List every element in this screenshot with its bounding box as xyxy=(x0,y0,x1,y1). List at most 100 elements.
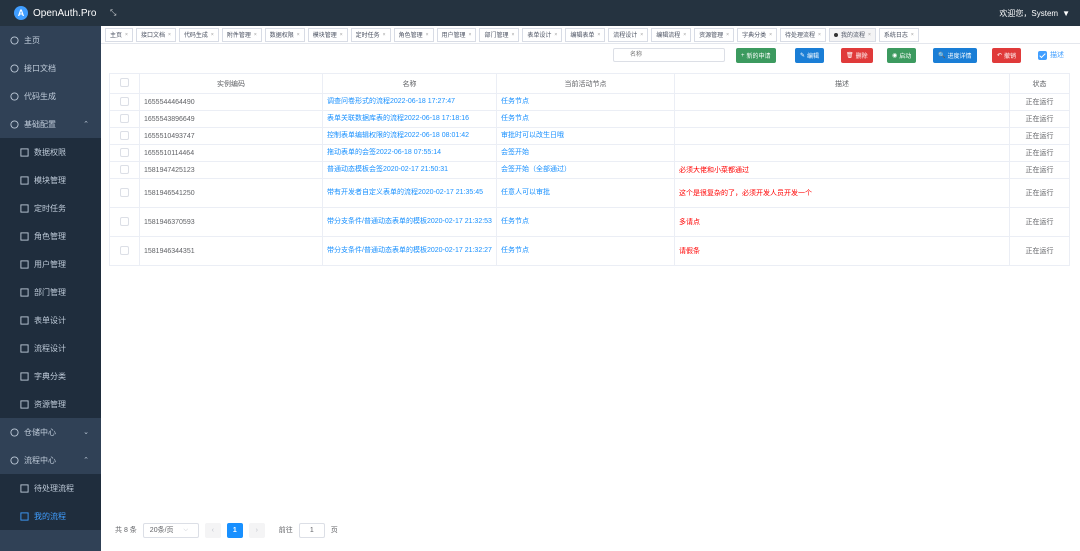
sidebar-item-10[interactable]: 表单设计 xyxy=(0,306,101,334)
sidebar-item-16[interactable]: 待处理流程 xyxy=(0,474,101,502)
sidebar-item-13[interactable]: 资源管理 xyxy=(0,390,101,418)
row-select-cell[interactable] xyxy=(109,236,140,266)
delete-button[interactable]: 🗑 删除 xyxy=(841,48,873,63)
table-row[interactable]: 1581947425123 普通动态模板会签2020-02-17 21:50:31… xyxy=(109,161,1070,179)
header-node[interactable]: 当前活动节点 xyxy=(496,73,675,94)
sidebar-item-9[interactable]: 部门管理 xyxy=(0,278,101,306)
close-icon[interactable]: × xyxy=(340,32,343,38)
progress-detail-button[interactable]: 🔍 进度详情 xyxy=(933,48,977,63)
row-select-cell[interactable] xyxy=(109,207,140,237)
tab-14[interactable]: 资源管理 × xyxy=(694,27,735,42)
row-select-cell[interactable] xyxy=(109,110,140,128)
tab-5[interactable]: 模块管理 × xyxy=(307,27,348,42)
row-select-cell[interactable] xyxy=(109,178,140,208)
edit-button[interactable]: ✎ 编辑 xyxy=(795,48,825,63)
table-row[interactable]: 1655510114464 拖动表单的会签2022-06-18 07:55:14 会… xyxy=(109,144,1070,162)
sidebar-item-0[interactable]: 主页 xyxy=(0,26,101,54)
user-menu[interactable]: 欢迎您，System ▼ xyxy=(999,8,1080,19)
table-row[interactable]: 1581946344351 带分支条件/普通动态表单的模板2020-02-17 2… xyxy=(109,236,1070,266)
tab-1[interactable]: 接口文档 × xyxy=(135,27,176,42)
row-select-cell[interactable] xyxy=(109,144,140,162)
sidebar-item-14[interactable]: 仓储中心 ⌄ xyxy=(0,418,101,446)
tab-17[interactable]: 我的流程 × xyxy=(828,27,876,42)
tab-3[interactable]: 附件管理 × xyxy=(221,27,262,42)
start-button[interactable]: ◉ 启动 xyxy=(887,48,917,63)
row-checkbox[interactable] xyxy=(120,130,129,140)
close-icon[interactable]: × xyxy=(426,32,429,38)
close-icon[interactable]: × xyxy=(469,32,472,38)
sidebar-item-4[interactable]: 数据权限 xyxy=(0,138,101,166)
sidebar-item-7[interactable]: 角色管理 xyxy=(0,222,101,250)
tab-16[interactable]: 待处理流程 × xyxy=(780,27,826,42)
tab-4[interactable]: 数据权限 × xyxy=(264,27,305,42)
row-checkbox[interactable] xyxy=(120,96,129,106)
sidebar-item-5[interactable]: 模块管理 xyxy=(0,166,101,194)
row-select-cell[interactable] xyxy=(109,93,140,111)
sidebar-item-1[interactable]: 接口文档 xyxy=(0,54,101,82)
next-page-button[interactable]: › xyxy=(248,522,265,538)
tab-9[interactable]: 部门管理 × xyxy=(479,27,520,42)
new-request-button[interactable]: + 新的申请 xyxy=(736,48,776,63)
row-checkbox[interactable] xyxy=(120,245,129,255)
goto-page-input[interactable] xyxy=(298,522,325,538)
close-icon[interactable]: × xyxy=(683,32,686,38)
close-icon[interactable]: × xyxy=(254,32,257,38)
tab-0[interactable]: 主页 × xyxy=(105,27,133,42)
page-number-button[interactable]: 1 xyxy=(226,522,243,538)
row-select-cell[interactable] xyxy=(109,127,140,145)
row-checkbox[interactable] xyxy=(120,113,129,123)
row-checkbox[interactable] xyxy=(120,164,129,174)
tab-18[interactable]: 系统日志 × xyxy=(878,27,919,42)
sidebar-item-3[interactable]: 基础配置 ⌃ xyxy=(0,110,101,138)
row-checkbox[interactable] xyxy=(120,147,129,157)
table-row[interactable]: 1581946541250 带有开发者自定义表单的流程2020-02-17 21:… xyxy=(109,178,1070,208)
header-status[interactable]: 状态 xyxy=(1009,73,1070,94)
desc-checkbox[interactable]: 描述 xyxy=(1038,50,1064,60)
search-input[interactable] xyxy=(613,48,725,62)
row-select-cell[interactable] xyxy=(109,161,140,179)
tab-11[interactable]: 编辑表单 × xyxy=(565,27,606,42)
fullscreen-icon[interactable]: ⤡ xyxy=(110,8,116,18)
row-checkbox[interactable] xyxy=(120,187,129,197)
close-icon[interactable]: × xyxy=(168,32,171,38)
close-icon[interactable]: × xyxy=(868,32,871,38)
close-icon[interactable]: × xyxy=(297,32,300,38)
close-icon[interactable]: × xyxy=(511,32,514,38)
select-all-cell[interactable] xyxy=(109,73,140,94)
tab-10[interactable]: 表单设计 × xyxy=(522,27,563,42)
table-row[interactable]: 1655543896649 表单关联数据库表的流程2022-06-18 17:18… xyxy=(109,110,1070,128)
close-icon[interactable]: × xyxy=(125,32,128,38)
tab-2[interactable]: 代码生成 × xyxy=(178,27,219,42)
tab-15[interactable]: 字典分类 × xyxy=(737,27,777,42)
close-icon[interactable]: × xyxy=(818,32,821,38)
table-row[interactable]: 1581946370593 带分支条件/普通动态表单的模板2020-02-17 2… xyxy=(109,207,1070,237)
revoke-button[interactable]: ↶ 撤销 xyxy=(992,48,1022,63)
sidebar-item-11[interactable]: 流程设计 xyxy=(0,334,101,362)
header-name[interactable]: 名称 xyxy=(322,73,497,94)
close-icon[interactable]: × xyxy=(640,32,643,38)
table-row[interactable]: 1655544464490 调查问卷形式的流程2022-06-18 17:27:4… xyxy=(109,93,1070,111)
logo[interactable]: A OpenAuth.Pro xyxy=(0,6,100,20)
table-row[interactable]: 1655510493747 控制表单编辑权限的流程2022-06-18 08:01… xyxy=(109,127,1070,145)
checkbox-checked-icon[interactable] xyxy=(1038,50,1047,60)
header-code[interactable]: 实例编码 xyxy=(139,73,323,94)
close-icon[interactable]: × xyxy=(597,32,600,38)
tab-13[interactable]: 编辑流程 × xyxy=(651,27,692,42)
sidebar-item-17[interactable]: 我的流程 xyxy=(0,502,101,530)
prev-page-button[interactable]: ‹ xyxy=(204,522,221,538)
sidebar-item-15[interactable]: 流程中心 ⌃ xyxy=(0,446,101,474)
select-all-checkbox[interactable] xyxy=(120,78,129,87)
page-size-select[interactable]: 20条/页 ⌵ xyxy=(142,522,199,538)
tab-8[interactable]: 用户管理 × xyxy=(436,27,477,42)
close-icon[interactable]: × xyxy=(554,32,557,38)
close-icon[interactable]: × xyxy=(211,32,214,38)
sidebar-item-2[interactable]: 代码生成 xyxy=(0,82,101,110)
sidebar-item-12[interactable]: 字典分类 xyxy=(0,362,101,390)
close-icon[interactable]: × xyxy=(769,32,772,38)
close-icon[interactable]: × xyxy=(911,32,914,38)
sidebar-item-6[interactable]: 定时任务 xyxy=(0,194,101,222)
tab-7[interactable]: 角色管理 × xyxy=(393,27,434,42)
header-desc[interactable]: 描述 xyxy=(674,73,1010,94)
close-icon[interactable]: × xyxy=(383,32,386,38)
tab-6[interactable]: 定时任务 × xyxy=(350,27,391,42)
